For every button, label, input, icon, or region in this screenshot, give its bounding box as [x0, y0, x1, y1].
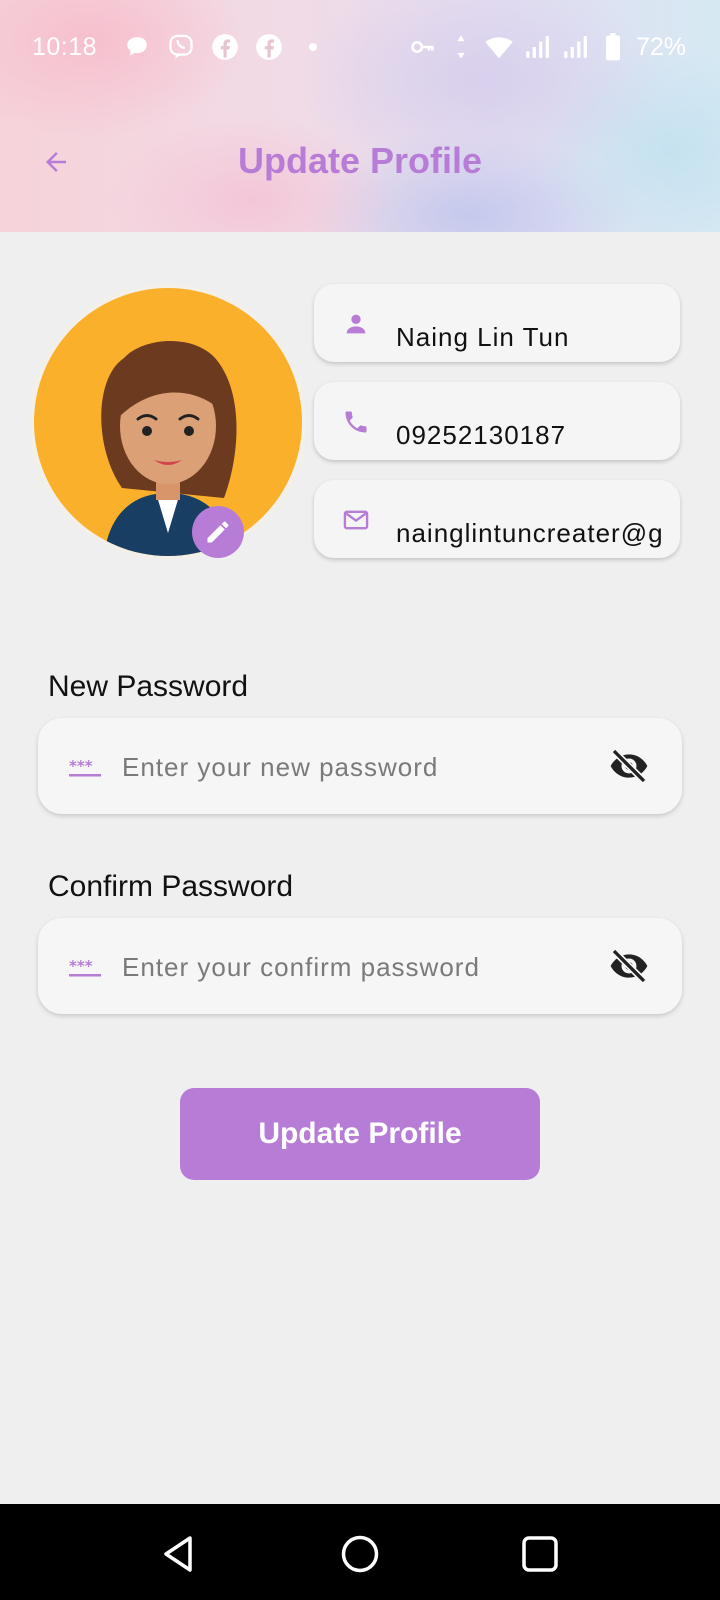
avatar-illustration: [101, 340, 237, 556]
person-icon: [346, 314, 366, 334]
password-icon: ***: [69, 957, 101, 977]
avatar-container: [34, 288, 302, 558]
recents-nav-button[interactable]: [518, 1532, 562, 1576]
triangle-back-icon: [164, 1536, 192, 1572]
phone-icon: [345, 411, 367, 433]
new-password-input[interactable]: [120, 742, 604, 792]
chat-bubble-icon: [122, 32, 152, 62]
profile-email: nainglintuncreater@g: [396, 518, 664, 548]
confirm-password-label: Confirm Password: [48, 870, 294, 903]
profile-phone: 09252130187: [396, 420, 567, 450]
svg-text:***: ***: [69, 957, 93, 975]
battery-percentage: 72%: [635, 32, 686, 61]
pencil-icon: [207, 521, 229, 543]
confirm-password-field: ***: [38, 918, 682, 1014]
svg-text:***: ***: [69, 757, 93, 775]
confirm-password-input[interactable]: [120, 942, 604, 992]
notification-icons: [122, 32, 328, 62]
profile-name: Naing Lin Tun: [396, 322, 570, 352]
facebook-icon: [254, 32, 284, 62]
status-time: 10:18: [32, 33, 98, 61]
dot-icon: [298, 32, 328, 62]
name-card: Naing Lin Tun: [314, 284, 680, 362]
back-nav-button[interactable]: [156, 1532, 200, 1576]
wifi-icon: [484, 32, 514, 62]
new-password-field: ***: [38, 718, 682, 814]
status-bar: 10:18 72%: [0, 0, 720, 96]
mail-icon: [343, 510, 369, 530]
viber-icon: [166, 32, 196, 62]
data-arrows-icon: [446, 32, 476, 62]
circle-home-icon: [341, 1535, 379, 1573]
signal-icon: [522, 32, 552, 62]
square-recents-icon: [522, 1536, 558, 1572]
avatar: [34, 288, 302, 556]
home-nav-button[interactable]: [338, 1532, 382, 1576]
update-profile-button[interactable]: Update Profile: [180, 1088, 540, 1180]
password-icon: ***: [69, 757, 101, 777]
system-icons: 72%: [408, 32, 686, 62]
phone-card: 09252130187: [314, 382, 680, 460]
battery-icon: [598, 32, 628, 62]
new-password-label: New Password: [48, 670, 249, 703]
facebook-icon: [210, 32, 240, 62]
page-title: Update Profile: [237, 140, 483, 181]
vpn-key-icon: [408, 32, 438, 62]
visibility-off-icon[interactable]: [606, 946, 652, 986]
navigation-bar: [0, 1504, 720, 1600]
signal-icon: [560, 32, 590, 62]
visibility-off-icon[interactable]: [606, 746, 652, 786]
email-card: nainglintuncreater@g: [314, 480, 680, 558]
edit-avatar-button[interactable]: [192, 506, 244, 558]
